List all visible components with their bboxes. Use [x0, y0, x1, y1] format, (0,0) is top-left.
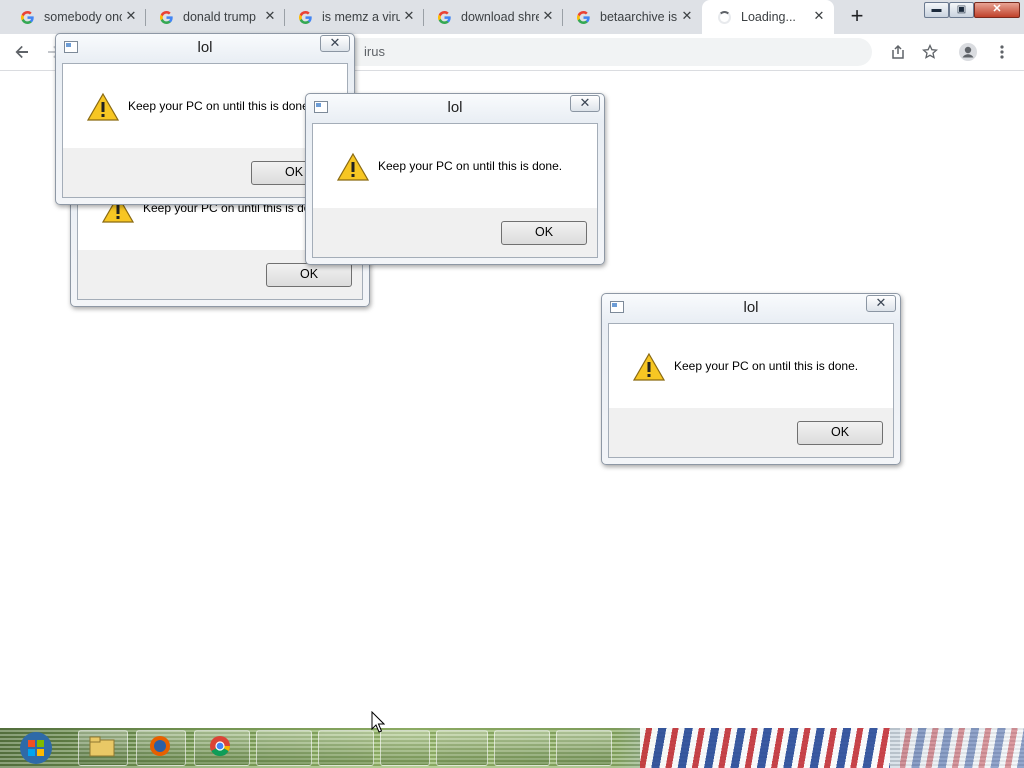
taskbar-window-button[interactable] [436, 730, 488, 766]
google-icon [298, 10, 313, 25]
new-tab-button[interactable]: + [846, 5, 868, 28]
close-icon[interactable]: ✕ [263, 9, 277, 23]
dialog-close-button[interactable]: ✕ [570, 95, 600, 112]
google-icon [437, 10, 452, 25]
tab-title: is memz a virus [322, 10, 400, 24]
bookmark-star-icon[interactable] [920, 42, 940, 62]
google-icon [159, 10, 174, 25]
dialog-body: Keep your PC on until this is done. OK [312, 123, 598, 258]
close-icon[interactable]: ✕ [680, 9, 694, 23]
taskbar-glitch-band [640, 728, 890, 768]
tab-loading-active[interactable]: Loading... ✕ [702, 0, 834, 34]
tab-download[interactable]: download shrek ✕ [424, 0, 563, 34]
warning-icon [337, 152, 369, 181]
tab-title: download shrek [461, 10, 539, 24]
back-arrow-icon[interactable] [12, 42, 32, 62]
dialog-close-button[interactable]: ✕ [866, 295, 896, 312]
start-windows-orb-icon[interactable] [14, 730, 58, 766]
profile-avatar-icon[interactable] [958, 42, 978, 62]
tab-donald-trump[interactable]: donald trump ✕ [146, 0, 285, 34]
tab-title: somebody once told me [44, 10, 122, 24]
url-text: irus [364, 44, 385, 59]
dialog-message: Keep your PC on until this is done. [674, 359, 859, 373]
taskbar-window-button[interactable] [318, 730, 374, 766]
minimize-button[interactable]: ▬ [924, 2, 949, 18]
window-close-button[interactable]: ✕ [974, 2, 1020, 18]
maximize-button[interactable]: ▣ [949, 2, 974, 18]
warning-icon [87, 92, 119, 121]
tab-betaarchive[interactable]: betaarchive is ✕ [563, 0, 702, 34]
dialog-close-button[interactable]: ✕ [320, 35, 350, 52]
tab-title: betaarchive is [600, 10, 678, 24]
message-dialog: lol ✕ Keep your PC on until this is done… [601, 293, 901, 465]
dialog-body: Keep your PC on until this is done. OK [608, 323, 894, 458]
taskbar-window-button[interactable] [494, 730, 550, 766]
ok-button[interactable]: OK [797, 421, 883, 445]
close-icon[interactable]: ✕ [812, 9, 826, 23]
close-icon[interactable]: ✕ [402, 9, 416, 23]
taskbar-window-button[interactable] [556, 730, 612, 766]
menu-kebab-icon[interactable] [992, 42, 1012, 62]
taskbar-window-button[interactable] [256, 730, 312, 766]
chrome-icon [210, 736, 231, 757]
warning-icon [633, 352, 665, 381]
tab-strip: somebody once told me ✕ donald trump ✕ i… [0, 0, 1024, 34]
dialog-content: Keep your PC on until this is done. [313, 124, 597, 208]
firefox-icon [150, 736, 170, 756]
dialog-message: Keep your PC on until this is done. [378, 159, 563, 173]
dialog-message: Keep your PC on until this is done. [128, 99, 313, 113]
google-icon [20, 10, 35, 25]
taskbar-glitch-band [900, 728, 1024, 768]
taskbar [0, 728, 1024, 768]
tab-memz[interactable]: is memz a virus ✕ [285, 0, 424, 34]
folder-icon [89, 736, 115, 757]
tab-title: donald trump [183, 10, 256, 24]
loading-spinner-icon [718, 10, 731, 24]
dialog-content: Keep your PC on until this is done. [609, 324, 893, 408]
taskbar-window-button[interactable] [380, 730, 430, 766]
message-dialog: lol ✕ Keep your PC on until this is done… [305, 93, 605, 265]
dialog-title: lol [197, 39, 213, 56]
ok-button[interactable]: OK [266, 263, 352, 287]
close-icon[interactable]: ✕ [541, 9, 555, 23]
ok-button[interactable]: OK [501, 221, 587, 245]
dialog-title: lol [743, 299, 759, 316]
dialog-title: lol [447, 99, 463, 116]
tab-title: Loading... [741, 10, 796, 24]
close-icon[interactable]: ✕ [124, 9, 138, 23]
tab-somebody[interactable]: somebody once told me ✕ [0, 0, 146, 34]
google-icon [576, 10, 591, 25]
share-icon[interactable] [888, 42, 908, 62]
mouse-cursor-icon [371, 711, 385, 733]
